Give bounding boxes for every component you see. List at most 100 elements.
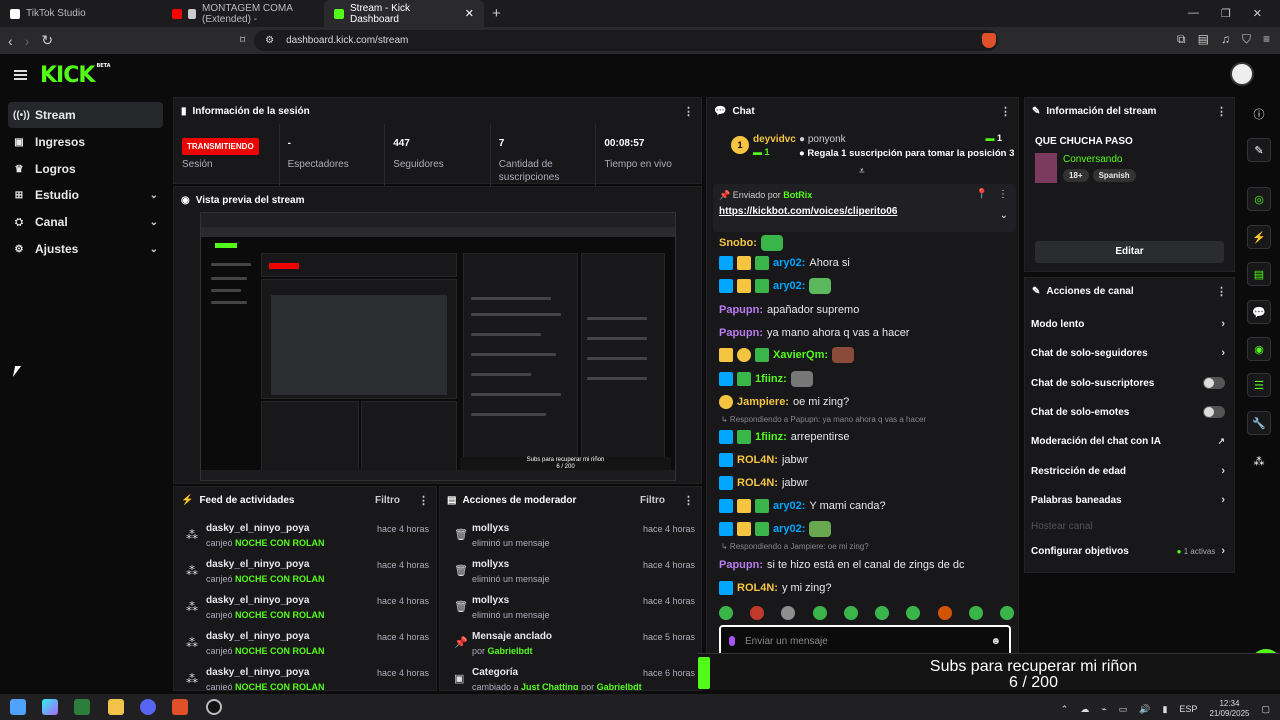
- chat-username[interactable]: 1fiinz:: [755, 431, 787, 443]
- windows-start-icon[interactable]: [10, 699, 26, 715]
- sidebar-icon[interactable]: ▤: [1198, 32, 1209, 47]
- chat-message[interactable]: 1fiinz:: [719, 370, 813, 388]
- more-options-icon[interactable]: ⋮: [998, 189, 1008, 200]
- crown-badge-icon[interactable]: [737, 279, 751, 293]
- url-field[interactable]: ⌑ ⚙ dashboard.kick.com/stream ⇪: [240, 30, 998, 51]
- chat-message[interactable]: ROL4N: jabwr: [719, 474, 808, 492]
- emote-icon[interactable]: [809, 278, 832, 294]
- mic-icon[interactable]: [729, 636, 735, 646]
- hamburger-menu-icon[interactable]: [14, 70, 27, 80]
- clock[interactable]: 12:34 21/09/2025: [1209, 699, 1249, 719]
- chat-message[interactable]: XavierQm:: [719, 346, 855, 364]
- pencil-icon[interactable]: ✎: [1247, 138, 1271, 162]
- category-link[interactable]: Conversando: [1063, 154, 1122, 165]
- banned-words-row[interactable]: Palabras baneadas ›: [1031, 486, 1225, 514]
- sidebar-item-ajustes[interactable]: ⚙ Ajustes ⌄: [8, 236, 163, 262]
- chevron-down-icon[interactable]: ⌄: [1000, 210, 1008, 221]
- crown-badge-icon[interactable]: [737, 499, 751, 513]
- folder-icon[interactable]: [108, 699, 124, 715]
- chat-message[interactable]: ary02: Ahora si: [719, 254, 850, 272]
- toggle-switch[interactable]: [1203, 406, 1225, 418]
- more-icon[interactable]: ⁂: [1247, 449, 1271, 473]
- sub-badge-icon[interactable]: [755, 348, 769, 362]
- chat-message[interactable]: ROL4N: jabwr: [719, 451, 808, 469]
- site-info-icon[interactable]: ⚙: [265, 35, 274, 46]
- chat-message[interactable]: Papupn: ya mano ahora q vas a hacer: [719, 324, 909, 342]
- broadcast-icon[interactable]: ◉: [1247, 337, 1271, 361]
- chat-username[interactable]: ary02:: [773, 257, 805, 269]
- toggle-switch[interactable]: [1203, 377, 1225, 389]
- chat-username[interactable]: ary02:: [773, 280, 805, 292]
- filter-button[interactable]: Filtro: [640, 495, 665, 506]
- lightning-icon[interactable]: ⚡: [1247, 225, 1271, 249]
- sub-badge-icon[interactable]: [737, 372, 751, 386]
- ai-moderation-row[interactable]: Moderación del chat con IA ↗: [1031, 427, 1225, 455]
- chat-username[interactable]: Snobo:: [719, 237, 757, 249]
- filter-button[interactable]: Filtro: [375, 495, 400, 506]
- bookmark-icon[interactable]: ⌑: [240, 35, 245, 46]
- coin-badge-icon[interactable]: [719, 395, 733, 409]
- emote-icon[interactable]: [809, 521, 832, 537]
- chat-message[interactable]: Papupn: apañador supremo: [719, 301, 859, 319]
- mod-badge-icon[interactable]: [719, 453, 733, 467]
- menu-icon[interactable]: ≡: [1263, 32, 1270, 47]
- chat-message[interactable]: ary02: Y mami canda?: [719, 497, 886, 515]
- chat-username[interactable]: Papupn:: [719, 304, 763, 316]
- forward-icon[interactable]: ›: [25, 33, 30, 49]
- edit-button[interactable]: Editar: [1035, 241, 1224, 263]
- sidebar-item-stream[interactable]: ((•)) Stream: [8, 102, 163, 128]
- more-options-icon[interactable]: ⋮: [1216, 285, 1227, 298]
- new-tab-button[interactable]: +: [484, 5, 509, 22]
- stream-preview-video[interactable]: Subs para recuperar mi riñon 6 / 200: [200, 212, 676, 481]
- discord-icon[interactable]: [140, 699, 156, 715]
- sidebar-item-ingresos[interactable]: ▣ Ingresos: [8, 129, 163, 155]
- slow-mode-row[interactable]: Modo lento ›: [1031, 310, 1225, 338]
- chat-username[interactable]: 1fiinz:: [755, 373, 787, 385]
- obs-icon[interactable]: [206, 699, 222, 715]
- mod-badge-icon[interactable]: [719, 279, 733, 293]
- sub-badge-icon[interactable]: [755, 522, 769, 536]
- chat-username[interactable]: Jampiere:: [737, 396, 789, 408]
- mod-badge-icon[interactable]: [719, 476, 733, 490]
- emote-icon[interactable]: [875, 606, 890, 620]
- sidebar-item-logros[interactable]: ♛ Logros: [8, 156, 163, 182]
- emote-icon[interactable]: [906, 606, 921, 620]
- mod-badge-icon[interactable]: [719, 522, 733, 536]
- kick-logo[interactable]: KICK BETA: [40, 63, 111, 88]
- more-options-icon[interactable]: ⋮: [1216, 105, 1227, 118]
- extensions-icon[interactable]: ⧉: [1177, 32, 1186, 47]
- chat-message[interactable]: Snobo:: [719, 234, 783, 252]
- more-options-icon[interactable]: ⋮: [1000, 105, 1011, 118]
- tab-tiktok-studio[interactable]: TikTok Studio: [0, 0, 162, 27]
- tab-kick-dashboard[interactable]: Stream - Kick Dashboard ✕: [324, 0, 484, 27]
- chat-username[interactable]: XavierQm:: [773, 349, 828, 361]
- avatar[interactable]: [1230, 62, 1254, 86]
- collapse-icon[interactable]: ⩡: [859, 166, 865, 177]
- reply-context[interactable]: ↳ Respondiendo a Papupn: ya mano ahora q…: [721, 415, 926, 424]
- chat-message[interactable]: ROL4N: y mi zing?: [719, 579, 831, 597]
- network-icon[interactable]: ▭: [1119, 704, 1128, 715]
- volume-icon[interactable]: 🔊: [1139, 704, 1150, 715]
- emote-icon[interactable]: [937, 606, 952, 620]
- sub-badge-icon[interactable]: [737, 430, 751, 444]
- usb-icon[interactable]: ⌁: [1101, 704, 1106, 715]
- list-icon[interactable]: ☰: [1247, 373, 1271, 397]
- mod-badge-icon[interactable]: [719, 581, 733, 595]
- chevron-up-icon[interactable]: ⌃: [1061, 704, 1069, 715]
- maximize-button[interactable]: ❐: [1221, 7, 1231, 20]
- language-indicator[interactable]: ESP: [1179, 704, 1197, 714]
- subscribers-only-row[interactable]: Chat de solo-suscriptores: [1031, 369, 1225, 397]
- crown-badge-icon[interactable]: [737, 522, 751, 536]
- reply-context[interactable]: ↳ Respondiendo a Jampiere: oe mi zing?: [721, 542, 869, 551]
- media-icon[interactable]: ♫: [1221, 32, 1230, 47]
- emote-icon[interactable]: [832, 347, 855, 363]
- close-icon[interactable]: ✕: [465, 7, 474, 20]
- battery-icon[interactable]: ▮: [1162, 704, 1167, 715]
- emote-icon[interactable]: [968, 606, 983, 620]
- chat-username[interactable]: Papupn:: [719, 327, 763, 339]
- emoji-icon[interactable]: ☻: [990, 636, 1001, 647]
- emote-icon[interactable]: [999, 606, 1014, 620]
- reload-icon[interactable]: ↻: [41, 32, 53, 49]
- chat-username[interactable]: ROL4N:: [737, 454, 778, 466]
- more-options-icon[interactable]: ⋮: [418, 494, 429, 507]
